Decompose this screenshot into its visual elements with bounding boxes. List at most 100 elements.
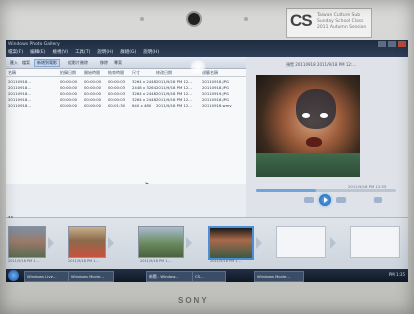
cell: 00:00:00 <box>84 97 102 102</box>
cell: 00:01:30 <box>108 103 126 108</box>
cell: 00:00:00 <box>60 85 78 90</box>
clip-caption: 2011/9/18 PM 1... <box>8 259 39 263</box>
cell: 20110918.JPG <box>202 85 229 90</box>
cell: 2448 x 3264 <box>132 85 156 90</box>
screen-glare <box>188 60 208 74</box>
storyboard-toolbar-icon: ◂ ▸ <box>8 214 14 219</box>
taskbar-item[interactable]: Windows Live... <box>24 271 70 282</box>
cell: 00:00:00 <box>84 91 102 96</box>
cell: 20110918... <box>8 97 31 102</box>
sticker-line: 2011 Autumn Session <box>317 25 367 30</box>
cell: 20110918... <box>8 85 31 90</box>
cell: 2011/9/18 PM 12... <box>156 103 192 108</box>
clip-caption: 2011/9/18 PM 1... <box>68 259 99 263</box>
menu-edit[interactable]: 編輯(E) <box>30 49 45 55</box>
indicator-light <box>140 17 144 21</box>
menu-group[interactable]: 群組(G) <box>120 49 136 55</box>
cell: 20110919.JPG <box>202 91 229 96</box>
cell: 3264 x 2448 <box>132 79 156 84</box>
photo-detail <box>302 113 310 118</box>
preview-panel: 預覽 20110918 2011/9/18 PM 12:... 2011/9/1… <box>246 57 408 217</box>
menu-view[interactable]: 檢視(V) <box>52 49 68 55</box>
sticker: CS Taiwan Culture Sub Sunday School Clas… <box>286 8 372 38</box>
taskbar-clock: PM 1:35 <box>388 272 405 277</box>
menu-help[interactable]: 說明(H) <box>97 49 113 55</box>
photo-detail <box>296 89 336 129</box>
preview-frame[interactable] <box>256 75 360 177</box>
cell: 20110918... <box>8 79 31 84</box>
toolbar-remove-from-movie[interactable]: 從影片刪除 <box>66 59 90 66</box>
storyboard-clip[interactable] <box>68 226 106 258</box>
preview-photo <box>256 75 360 177</box>
cell: 00:00:00 <box>60 79 78 84</box>
toolbar-project[interactable]: 專案 <box>112 59 124 66</box>
cell: 00:00:03 <box>108 97 126 102</box>
storyboard-empty-slot[interactable] <box>276 226 326 258</box>
menu-help-2[interactable]: 說明(H) <box>143 49 159 55</box>
cell: 20110918... <box>8 91 31 96</box>
cell: 00:00:03 <box>108 79 126 84</box>
storyboard-clip[interactable] <box>138 226 184 258</box>
cell: 3264 x 2448 <box>132 91 156 96</box>
cell: 20110918.JPG <box>202 79 229 84</box>
cell: 00:00:00 <box>60 103 78 108</box>
sticker-logo: CS <box>290 11 313 30</box>
seek-bar[interactable] <box>256 189 396 192</box>
toolbar-file[interactable]: 檔案 <box>20 59 32 66</box>
toolbar-remove[interactable]: 移除 <box>98 59 110 66</box>
transition-icon[interactable] <box>256 237 262 249</box>
cell: 20110918.JPG <box>202 97 229 102</box>
storyboard: ◂ ▸ 2011/9/18 PM 1... 2011/9/18 PM 1... … <box>6 214 408 270</box>
menu-tools[interactable]: 工具(T) <box>75 49 90 55</box>
screen: Windows Photo Gallery 檔案(F) 編輯(E) 檢視(V) … <box>6 40 408 282</box>
photo-detail <box>256 153 360 177</box>
transition-icon[interactable] <box>330 237 336 249</box>
cell: 2011/9/18 PM 12... <box>156 79 192 84</box>
next-frame-button[interactable] <box>336 197 346 203</box>
header-divider <box>6 76 246 77</box>
cell: 00:00:00 <box>84 103 102 108</box>
cell: 2011/9/18 PM 12... <box>156 97 192 102</box>
cell: 2011/9/18 PM 12... <box>156 85 192 90</box>
taskbar-item[interactable]: Windows Movie... <box>254 271 304 282</box>
storyboard-clip[interactable] <box>8 226 46 258</box>
maximize-button[interactable] <box>388 41 396 47</box>
window-title: Windows Photo Gallery <box>8 42 60 47</box>
play-button[interactable] <box>319 194 331 206</box>
minimize-button[interactable] <box>378 41 386 47</box>
toolbar: 匯入 檔案 新增到電影 從影片刪除 移除 專案 <box>6 57 246 69</box>
cell: 20110918... <box>8 103 31 108</box>
clip-caption: 2011/9/18 PM 1... <box>210 259 241 263</box>
taskbar: Windows Live... Windows Movie... 新聞 - Wi… <box>6 269 408 282</box>
preview-title: 預覽 20110918 2011/9/18 PM 12:... <box>286 62 357 67</box>
storyboard-empty-slot[interactable] <box>350 226 400 258</box>
clip-caption: 2011/9/18 PM 1... <box>140 259 171 263</box>
start-button[interactable] <box>8 270 19 281</box>
transition-icon[interactable] <box>48 237 54 249</box>
cell: 00:00:00 <box>60 97 78 102</box>
sticker-line: Sunday School Class <box>317 19 364 24</box>
storyboard-spacer <box>6 184 246 217</box>
taskbar-item[interactable]: 新聞 - Window... <box>146 271 194 282</box>
toolbar-add-to-movie[interactable]: 新增到電影 <box>34 59 60 67</box>
laptop-brand: SONY <box>178 296 209 305</box>
cell: 3264 x 2448 <box>132 97 156 102</box>
previous-frame-button[interactable] <box>304 197 314 203</box>
photo-detail <box>320 113 328 118</box>
menu-file[interactable]: 檔案(F) <box>8 49 23 55</box>
transition-icon[interactable] <box>108 237 114 249</box>
cell: 2011/9/18 PM 12... <box>156 91 192 96</box>
cell: 640 x 480 <box>132 103 152 108</box>
storyboard-clip-selected[interactable] <box>208 226 254 260</box>
taskbar-item[interactable]: CS... <box>192 271 226 282</box>
cell: 20110918.wmv <box>202 103 232 108</box>
webcam <box>188 13 200 25</box>
cell: 00:00:00 <box>60 91 78 96</box>
menu-bar: Windows Photo Gallery 檔案(F) 編輯(E) 檢視(V) … <box>6 40 408 57</box>
close-button[interactable] <box>398 41 406 47</box>
fullscreen-button[interactable] <box>374 197 382 203</box>
toolbar-import[interactable]: 匯入 <box>8 59 20 66</box>
file-list: 名稱 拍攝日期 開始時間 結束時間 尺寸 修改日期 標籤名稱 20110918.… <box>6 69 246 190</box>
taskbar-item[interactable]: Windows Movie... <box>68 271 114 282</box>
transition-icon[interactable] <box>186 237 192 249</box>
